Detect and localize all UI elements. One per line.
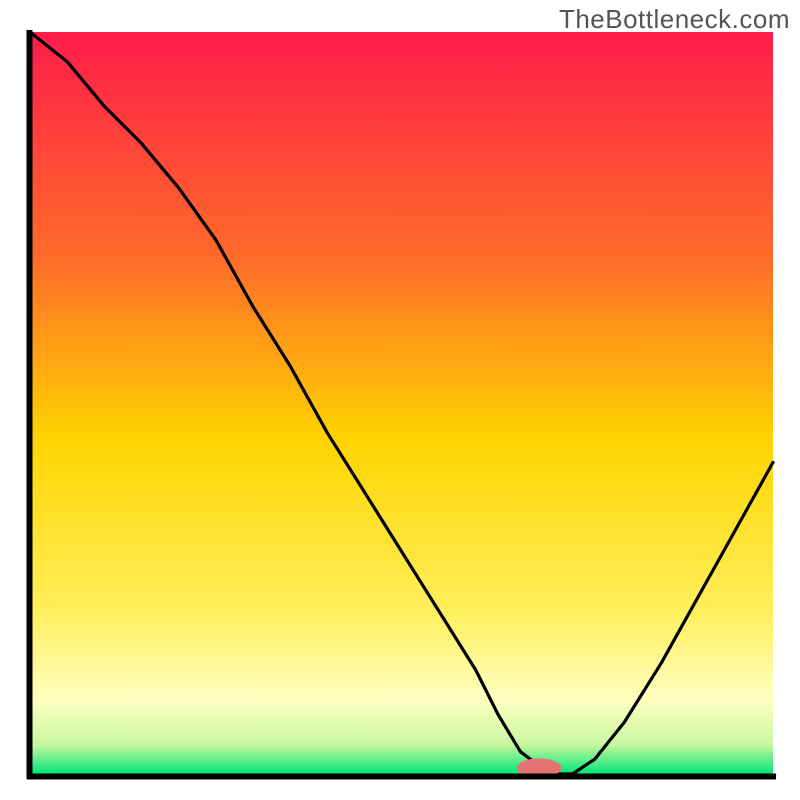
- chart-container: TheBottleneck.com: [0, 0, 800, 800]
- bottleneck-chart: [0, 0, 800, 800]
- plot-area: [30, 32, 773, 778]
- watermark-text: TheBottleneck.com: [559, 4, 790, 35]
